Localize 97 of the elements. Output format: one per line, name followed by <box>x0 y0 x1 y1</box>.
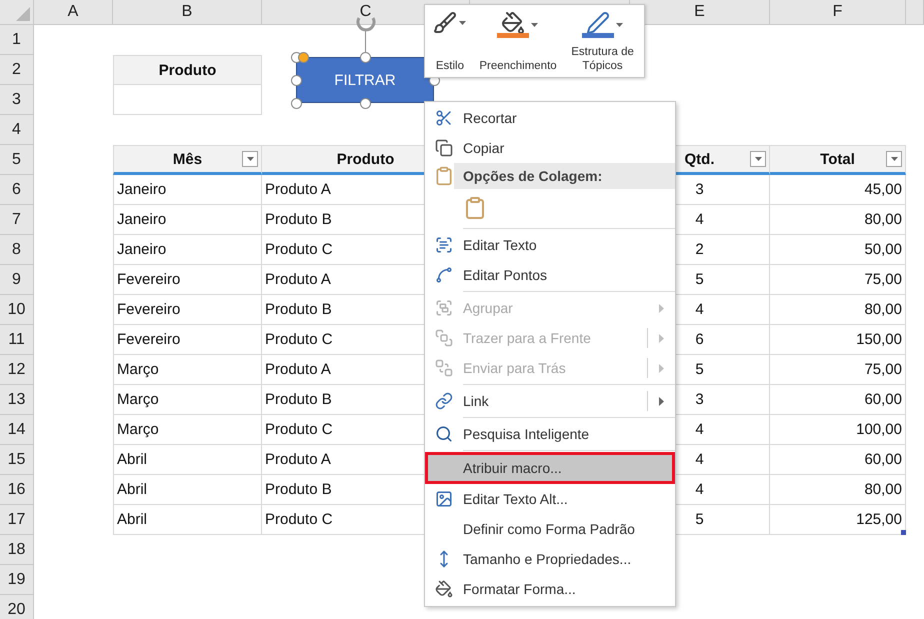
table-cell: Janeiro <box>113 205 262 235</box>
table-cell: Março <box>113 355 262 385</box>
table-cell: Janeiro <box>113 175 262 205</box>
table-cell: Março <box>113 385 262 415</box>
column-header-label: Qtd. <box>684 150 714 168</box>
resize-handle[interactable] <box>360 52 371 63</box>
row-number[interactable]: 19 <box>0 565 34 595</box>
resize-handle[interactable] <box>291 75 302 86</box>
row-number[interactable]: 9 <box>0 265 34 295</box>
paint-bucket-icon <box>501 11 526 35</box>
filter-dropdown-button[interactable] <box>886 151 902 167</box>
submenu-arrow-icon <box>659 364 664 372</box>
paint-bucket-icon <box>435 580 453 598</box>
table-cell: Abril <box>113 475 262 505</box>
menu-item[interactable]: Tamanho e Propriedades... <box>425 544 675 574</box>
filter-dropdown-button[interactable] <box>242 151 258 167</box>
caret-icon <box>531 22 538 26</box>
table-cell: 125,00 <box>770 505 906 535</box>
table-cell: Janeiro <box>113 235 262 265</box>
row-number[interactable]: 16 <box>0 475 34 505</box>
copy-icon <box>435 139 453 157</box>
resize-handle[interactable] <box>291 98 302 109</box>
clipboard-icon <box>434 166 454 186</box>
group-icon <box>435 299 453 317</box>
table-cell: Março <box>113 415 262 445</box>
submenu-arrow-icon <box>658 304 664 312</box>
table-cell: Fevereiro <box>113 295 262 325</box>
row-number[interactable]: 2 <box>0 55 34 85</box>
caret-icon <box>459 21 466 25</box>
row-number[interactable]: 17 <box>0 505 34 535</box>
menu-section-header: Opções de Colagem: <box>454 163 675 189</box>
row-number[interactable]: 8 <box>0 235 34 265</box>
search-icon <box>435 425 453 443</box>
row-number[interactable]: 13 <box>0 385 34 415</box>
table-cell: 60,00 <box>770 385 906 415</box>
row-number[interactable]: 18 <box>0 535 34 565</box>
adjust-handle[interactable] <box>298 52 309 63</box>
table-resize-handle[interactable] <box>901 530 906 535</box>
row-number[interactable]: 7 <box>0 205 34 235</box>
row-number[interactable]: 10 <box>0 295 34 325</box>
column-letter[interactable]: A <box>68 3 78 21</box>
column-letter[interactable]: E <box>694 3 705 21</box>
table-cell: 80,00 <box>770 205 906 235</box>
column-letter[interactable]: F <box>832 3 842 21</box>
curve-points-icon <box>435 266 453 284</box>
menu-item[interactable]: Atribuir macro... <box>425 452 675 484</box>
menu-item[interactable]: Recortar <box>425 103 675 133</box>
table-cell: Fevereiro <box>113 325 262 355</box>
resize-handle[interactable] <box>360 98 371 109</box>
table-cell: 80,00 <box>770 475 906 505</box>
corner-triangle-icon <box>16 7 30 21</box>
menu-item[interactable]: Formatar Forma... <box>425 574 675 604</box>
filter-label-cell: Produto <box>113 55 262 85</box>
image-icon <box>435 490 453 508</box>
dropdown-arrow-icon <box>890 157 898 161</box>
layers-icon <box>435 329 453 347</box>
row-number[interactable]: 15 <box>0 445 34 475</box>
column-header-label: Produto <box>336 150 394 168</box>
row-number[interactable]: 11 <box>0 325 34 355</box>
table-cell: 100,00 <box>770 415 906 445</box>
submenu-arrow-icon <box>659 334 664 342</box>
row-number[interactable]: 12 <box>0 355 34 385</box>
table-cell: 80,00 <box>770 295 906 325</box>
table-cell: Abril <box>113 505 262 535</box>
brush-icon <box>433 11 458 35</box>
text-box-icon <box>435 236 453 254</box>
row-number[interactable]: 3 <box>0 85 34 115</box>
layers-icon <box>435 359 453 377</box>
column-header-label: Mês <box>172 150 202 168</box>
table-cell: Fevereiro <box>113 265 262 295</box>
column-header-label: Total <box>820 150 855 168</box>
dropdown-arrow-icon <box>246 157 254 161</box>
link-icon <box>435 392 453 410</box>
table-cell: Abril <box>113 445 262 475</box>
filter-input-cell[interactable] <box>113 85 262 115</box>
row-number[interactable]: 4 <box>0 115 34 145</box>
row-number[interactable]: 1 <box>0 25 34 55</box>
column-letter[interactable]: C <box>360 3 372 21</box>
table-cell: 45,00 <box>770 175 906 205</box>
menu-item[interactable]: Copiar <box>425 133 675 163</box>
caret-icon <box>616 22 624 26</box>
table-cell: 150,00 <box>770 325 906 355</box>
filter-shape-button[interactable]: FILTRAR <box>296 57 434 103</box>
row-number[interactable]: 20 <box>0 595 34 619</box>
table-cell: 75,00 <box>770 355 906 385</box>
row-number[interactable]: 14 <box>0 415 34 445</box>
dropdown-arrow-icon <box>754 157 762 161</box>
pen-icon <box>586 11 610 35</box>
table-cell: 50,00 <box>770 235 906 265</box>
row-number[interactable]: 5 <box>0 145 34 175</box>
row-number[interactable]: 6 <box>0 175 34 205</box>
submenu-arrow-icon <box>659 396 664 406</box>
column-letter[interactable]: B <box>182 3 192 21</box>
table-cell: 75,00 <box>770 265 906 295</box>
filter-dropdown-button[interactable] <box>750 151 766 167</box>
scissors-icon <box>435 109 453 127</box>
table-cell: 60,00 <box>770 445 906 475</box>
